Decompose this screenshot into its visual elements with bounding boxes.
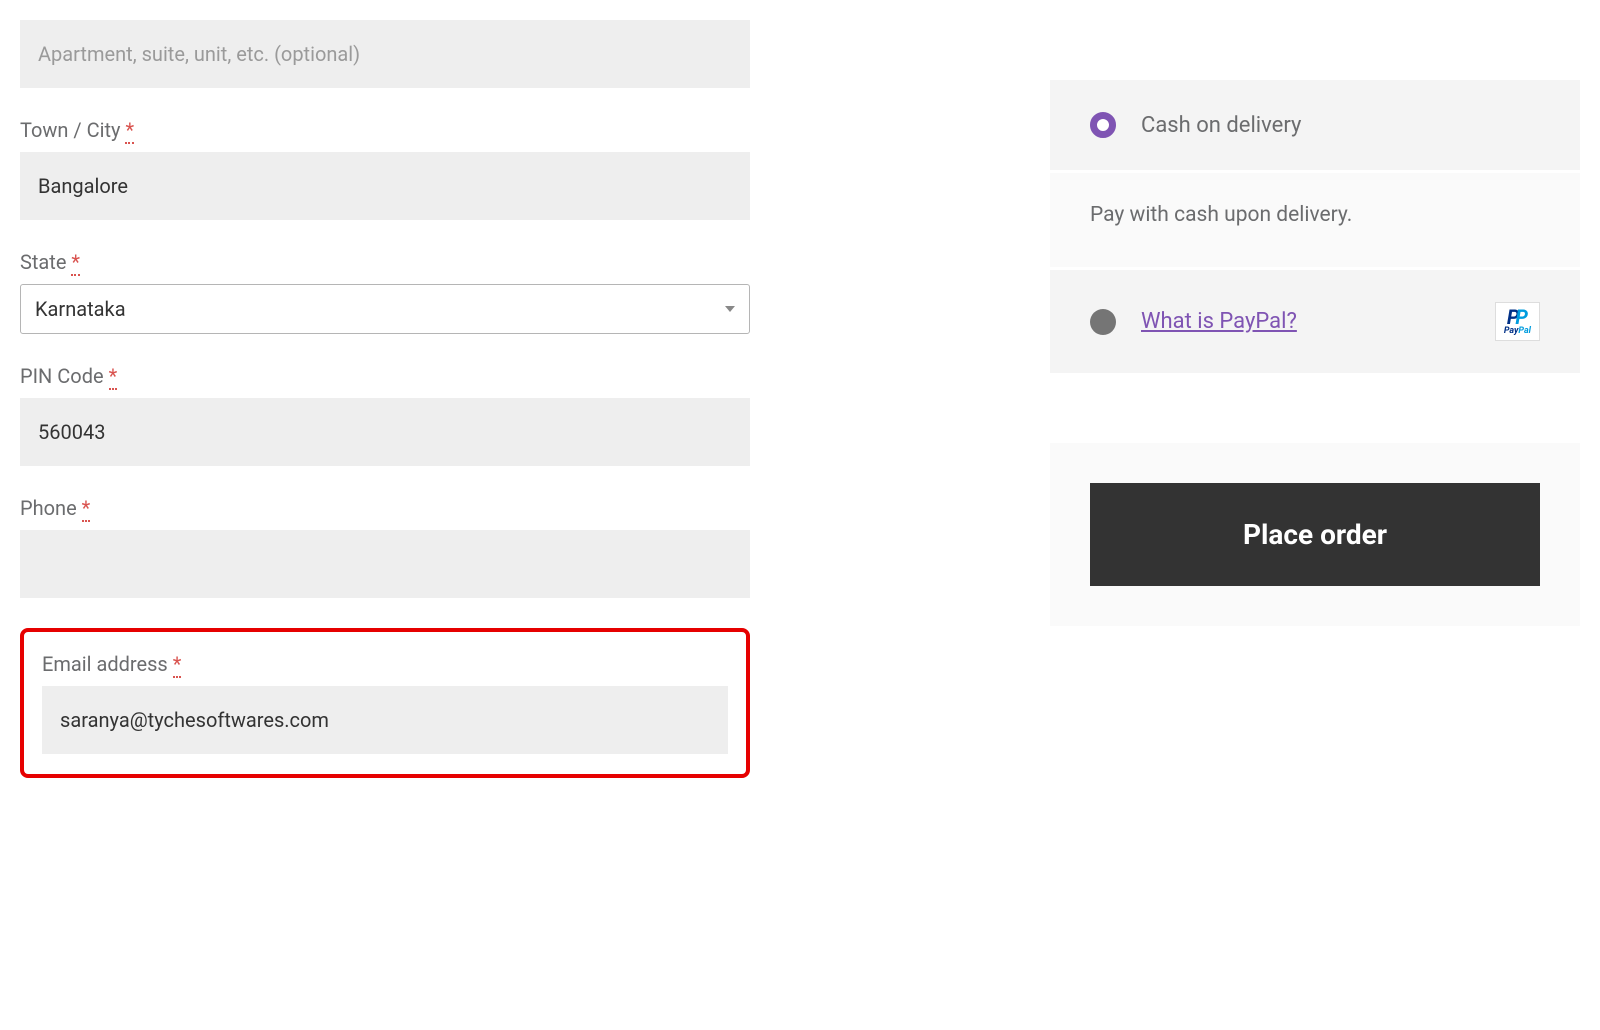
city-label-text: Town / City: [20, 118, 121, 142]
city-input[interactable]: [20, 152, 750, 220]
email-label: Email address *: [42, 652, 728, 676]
radio-selected-icon: [1090, 112, 1116, 138]
phone-label: Phone *: [20, 496, 750, 520]
email-label-text: Email address: [42, 652, 168, 676]
payment-option-cod[interactable]: Cash on delivery: [1050, 80, 1580, 173]
city-label: Town / City *: [20, 118, 750, 142]
state-field-group: State * Karnataka: [20, 250, 750, 334]
state-label: State *: [20, 250, 750, 274]
state-select[interactable]: Karnataka: [20, 284, 750, 334]
phone-label-text: Phone: [20, 496, 77, 520]
apartment-input[interactable]: [20, 20, 750, 88]
paypal-whatis-link[interactable]: What is PayPal?: [1141, 309, 1297, 334]
place-order-area: Place order: [1050, 443, 1580, 626]
cod-label: Cash on delivery: [1141, 113, 1301, 138]
state-label-text: State: [20, 250, 66, 274]
required-asterisk-icon: *: [173, 652, 182, 678]
required-asterisk-icon: *: [125, 118, 134, 144]
payment-option-paypal[interactable]: What is PayPal? PP PayPal: [1050, 270, 1580, 373]
payment-methods: Cash on delivery Pay with cash upon deli…: [1050, 80, 1580, 373]
required-asterisk-icon: *: [82, 496, 91, 522]
email-field-group: Email address *: [42, 652, 728, 754]
required-asterisk-icon: *: [109, 364, 118, 390]
pincode-field-group: PIN Code *: [20, 364, 750, 466]
radio-unselected-icon: [1090, 309, 1116, 335]
billing-form: Town / City * State * Karnataka PIN Code…: [20, 20, 750, 778]
paypal-logo-icon: PP PayPal: [1495, 302, 1540, 341]
pincode-label: PIN Code *: [20, 364, 750, 388]
state-selected-value: Karnataka: [35, 297, 126, 321]
apartment-field-group: [20, 20, 750, 88]
chevron-down-icon: [725, 306, 735, 312]
pincode-label-text: PIN Code: [20, 364, 104, 388]
required-asterisk-icon: *: [71, 250, 80, 276]
email-field-highlight: Email address *: [20, 628, 750, 778]
phone-input[interactable]: [20, 530, 750, 598]
phone-field-group: Phone *: [20, 496, 750, 598]
email-input[interactable]: [42, 686, 728, 754]
cod-description: Pay with cash upon delivery.: [1050, 173, 1580, 270]
city-field-group: Town / City *: [20, 118, 750, 220]
order-sidebar: Cash on delivery Pay with cash upon deli…: [1050, 20, 1580, 778]
pincode-input[interactable]: [20, 398, 750, 466]
place-order-button[interactable]: Place order: [1090, 483, 1540, 586]
